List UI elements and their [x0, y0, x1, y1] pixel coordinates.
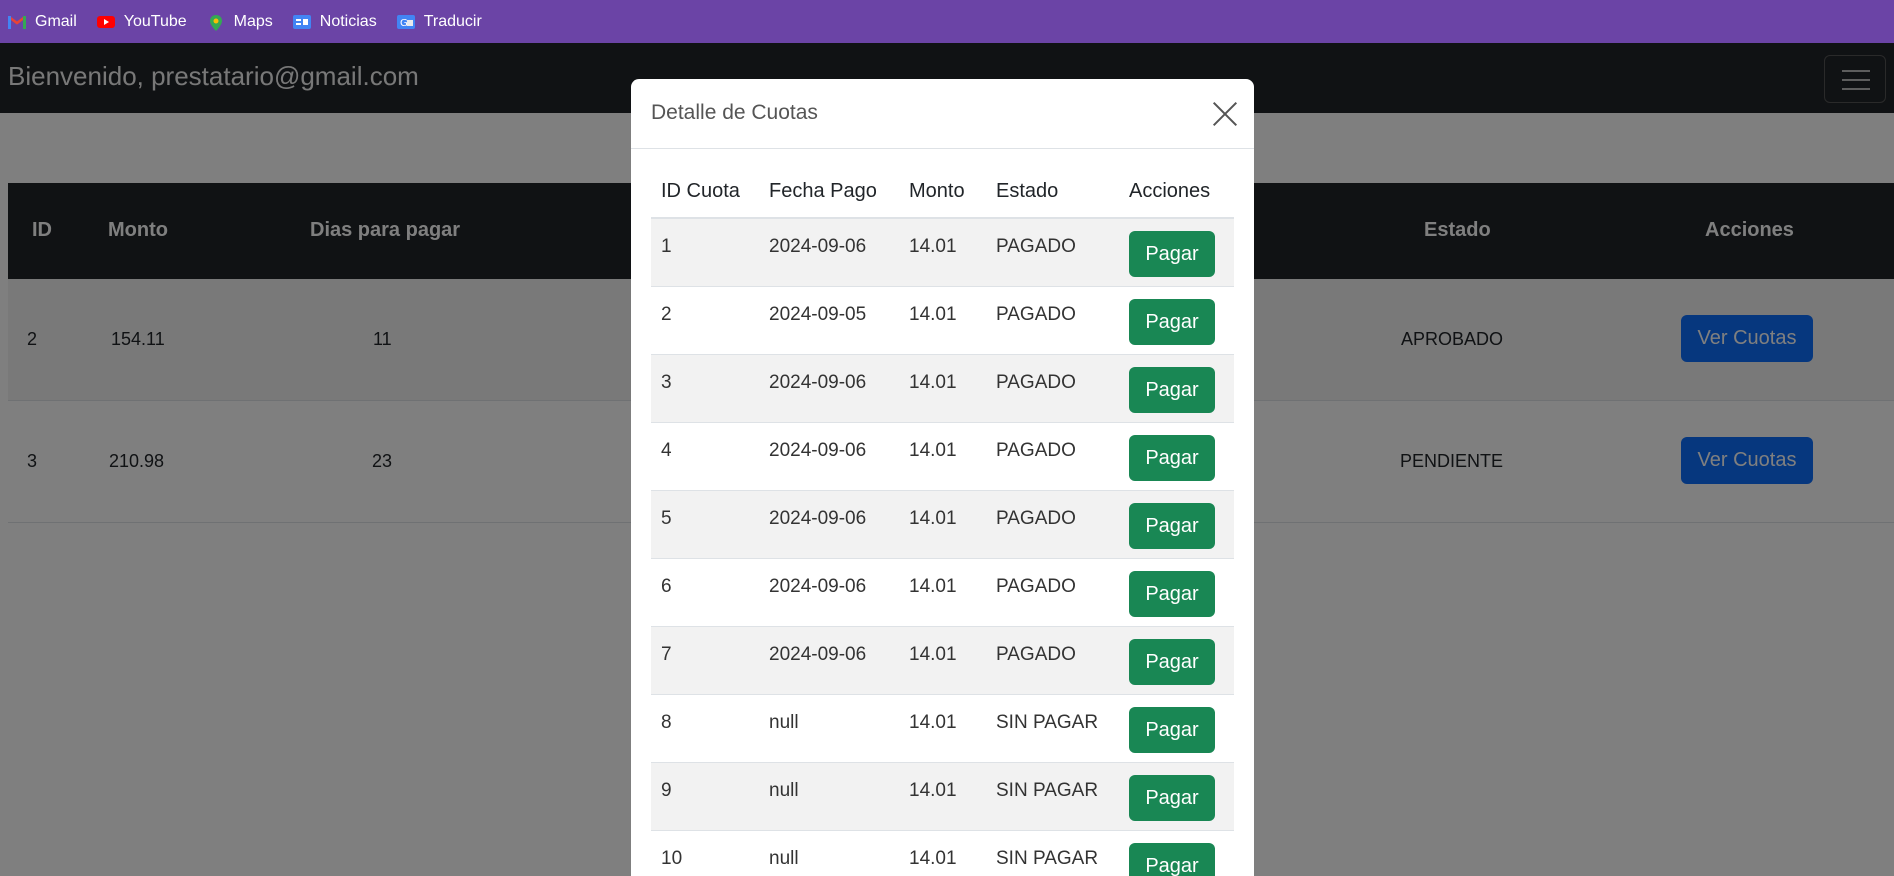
cell-id: 3	[661, 372, 672, 393]
bookmark-youtube[interactable]: YouTube	[96, 12, 187, 31]
pagar-button[interactable]: Pagar	[1129, 435, 1215, 481]
cell-estado: SIN PAGAR	[996, 780, 1099, 801]
cuotas-table-header: ID Cuota Fecha Pago Monto Estado Accione…	[651, 160, 1234, 219]
cuotas-modal: Detalle de Cuotas ID Cuota Fecha Pago Mo…	[631, 79, 1254, 876]
news-icon	[292, 14, 311, 29]
bookmark-traducir[interactable]: G Traducir	[396, 12, 482, 31]
pagar-button[interactable]: Pagar	[1129, 299, 1215, 345]
cell-estado: SIN PAGAR	[996, 848, 1099, 869]
cell-monto: 14.01	[909, 712, 957, 733]
cell-fecha: null	[769, 848, 799, 869]
cell-estado: PAGADO	[996, 236, 1076, 257]
cell-fecha: null	[769, 712, 799, 733]
bookmark-gmail[interactable]: Gmail	[8, 13, 77, 31]
youtube-icon	[96, 15, 115, 29]
cell-id: 6	[661, 576, 672, 597]
modal-header: Detalle de Cuotas	[631, 79, 1254, 149]
cell-monto: 14.01	[909, 576, 957, 597]
col-fecha-pago: Fecha Pago	[769, 180, 877, 202]
col-acciones: Acciones	[1129, 180, 1211, 202]
table-row: 7 2024-09-06 14.01 PAGADO Pagar	[651, 627, 1234, 695]
cell-id: 5	[661, 508, 672, 529]
col-monto: Monto	[909, 180, 965, 202]
cell-estado: PAGADO	[996, 508, 1076, 529]
cell-monto: 14.01	[909, 644, 957, 665]
cell-estado: PAGADO	[996, 644, 1076, 665]
cell-id: 10	[661, 848, 683, 869]
cell-monto: 14.01	[909, 372, 957, 393]
modal-title: Detalle de Cuotas	[651, 101, 818, 124]
cell-fecha: 2024-09-06	[769, 644, 867, 665]
pagar-button[interactable]: Pagar	[1129, 639, 1215, 685]
cell-estado: PAGADO	[996, 372, 1076, 393]
cell-id: 8	[661, 712, 672, 733]
cell-estado: PAGADO	[996, 304, 1076, 325]
cuotas-table: ID Cuota Fecha Pago Monto Estado Accione…	[651, 160, 1234, 876]
table-row: 9 null 14.01 SIN PAGAR Pagar	[651, 763, 1234, 831]
cell-fecha: 2024-09-06	[769, 372, 867, 393]
maps-icon	[207, 14, 225, 31]
cell-monto: 14.01	[909, 236, 957, 257]
bookmark-label: Noticias	[319, 12, 377, 30]
pagar-button[interactable]: Pagar	[1129, 503, 1215, 549]
col-estado: Estado	[996, 180, 1059, 202]
cell-id: 1	[661, 236, 672, 257]
pagar-button[interactable]: Pagar	[1129, 843, 1215, 876]
cell-monto: 14.01	[909, 440, 957, 461]
pagar-button[interactable]: Pagar	[1129, 707, 1215, 753]
cell-estado: PAGADO	[996, 576, 1076, 597]
table-row: 10 null 14.01 SIN PAGAR Pagar	[651, 831, 1234, 876]
cell-id: 9	[661, 780, 672, 801]
table-row: 1 2024-09-06 14.01 PAGADO Pagar	[651, 219, 1234, 287]
table-row: 5 2024-09-06 14.01 PAGADO Pagar	[651, 491, 1234, 559]
cell-fecha: 2024-09-06	[769, 576, 867, 597]
pagar-button[interactable]: Pagar	[1129, 571, 1215, 617]
bookmark-label: Maps	[233, 12, 273, 30]
cell-monto: 14.01	[909, 848, 957, 869]
bookmark-label: YouTube	[123, 12, 187, 30]
col-id-cuota: ID Cuota	[661, 180, 740, 202]
bookmark-label: Traducir	[423, 12, 482, 30]
cell-id: 2	[661, 304, 672, 325]
cell-fecha: 2024-09-06	[769, 440, 867, 461]
bookmark-noticias[interactable]: Noticias	[292, 12, 377, 31]
table-row: 2 2024-09-05 14.01 PAGADO Pagar	[651, 287, 1234, 355]
pagar-button[interactable]: Pagar	[1129, 367, 1215, 413]
close-icon[interactable]	[1212, 101, 1238, 127]
table-row: 6 2024-09-06 14.01 PAGADO Pagar	[651, 559, 1234, 627]
cell-monto: 14.01	[909, 508, 957, 529]
cell-fecha: 2024-09-06	[769, 508, 867, 529]
table-row: 4 2024-09-06 14.01 PAGADO Pagar	[651, 423, 1234, 491]
cell-fecha: 2024-09-05	[769, 304, 867, 325]
cell-fecha: 2024-09-06	[769, 236, 867, 257]
pagar-button[interactable]: Pagar	[1129, 775, 1215, 821]
cell-id: 4	[661, 440, 672, 461]
table-row: 3 2024-09-06 14.01 PAGADO Pagar	[651, 355, 1234, 423]
cell-monto: 14.01	[909, 780, 957, 801]
pagar-button[interactable]: Pagar	[1129, 231, 1215, 277]
gmail-icon	[8, 15, 26, 29]
cell-estado: SIN PAGAR	[996, 712, 1099, 733]
bookmarks-bar: Gmail YouTube Maps Noticias G Traducir	[0, 0, 1894, 43]
bookmark-label: Gmail	[35, 12, 77, 30]
svg-text:G: G	[400, 18, 408, 29]
table-row: 8 null 14.01 SIN PAGAR Pagar	[651, 695, 1234, 763]
translate-icon: G	[396, 14, 415, 29]
bookmark-maps[interactable]: Maps	[207, 13, 273, 31]
cell-estado: PAGADO	[996, 440, 1076, 461]
cell-fecha: null	[769, 780, 799, 801]
cell-id: 7	[661, 644, 672, 665]
cell-monto: 14.01	[909, 304, 957, 325]
